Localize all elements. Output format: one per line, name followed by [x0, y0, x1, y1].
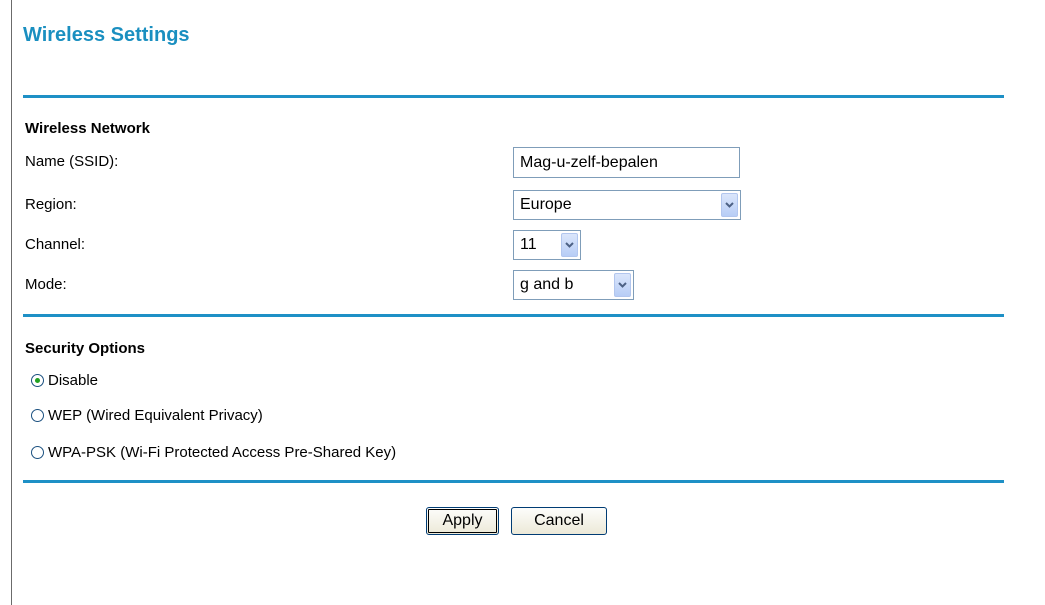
apply-button[interactable]: Apply — [426, 507, 499, 535]
security-options-heading: Security Options — [25, 340, 146, 357]
security-option-disable[interactable]: Disable — [31, 372, 98, 389]
radio-button-icon[interactable] — [31, 409, 44, 422]
left-frame-border — [11, 0, 12, 605]
ssid-input[interactable]: Mag-u-zelf-bepalen — [513, 147, 740, 178]
cancel-button[interactable]: Cancel — [511, 507, 607, 535]
channel-label: Channel: — [25, 236, 86, 253]
mode-label: Mode: — [25, 276, 67, 293]
security-option-wpa-psk[interactable]: WPA-PSK (Wi-Fi Protected Access Pre-Shar… — [31, 444, 396, 461]
radio-button-icon[interactable] — [31, 446, 44, 459]
region-value: Europe — [520, 196, 572, 213]
security-option-label: Disable — [48, 372, 99, 389]
radio-button-icon[interactable] — [31, 374, 44, 387]
section-divider — [23, 314, 1004, 317]
page-title: Wireless Settings — [23, 24, 190, 46]
radio-selected-dot — [35, 378, 40, 383]
channel-value: 11 — [520, 236, 537, 253]
region-label: Region: — [25, 196, 77, 213]
channel-select[interactable]: 11 — [513, 230, 581, 260]
chevron-down-icon[interactable] — [614, 273, 631, 297]
section-divider — [23, 480, 1004, 483]
security-option-label: WEP (Wired Equivalent Privacy) — [48, 407, 263, 424]
section-divider — [23, 95, 1004, 98]
security-option-label: WPA-PSK (Wi-Fi Protected Access Pre-Shar… — [48, 444, 397, 461]
mode-select[interactable]: g and b — [513, 270, 634, 300]
ssid-value: Mag-u-zelf-bepalen — [520, 154, 658, 171]
region-select[interactable]: Europe — [513, 190, 741, 220]
chevron-down-icon[interactable] — [721, 193, 738, 217]
chevron-down-icon[interactable] — [561, 233, 578, 257]
mode-value: g and b — [520, 276, 574, 293]
ssid-label: Name (SSID): — [25, 153, 119, 170]
wireless-network-heading: Wireless Network — [25, 120, 150, 137]
security-option-wep[interactable]: WEP (Wired Equivalent Privacy) — [31, 407, 263, 424]
